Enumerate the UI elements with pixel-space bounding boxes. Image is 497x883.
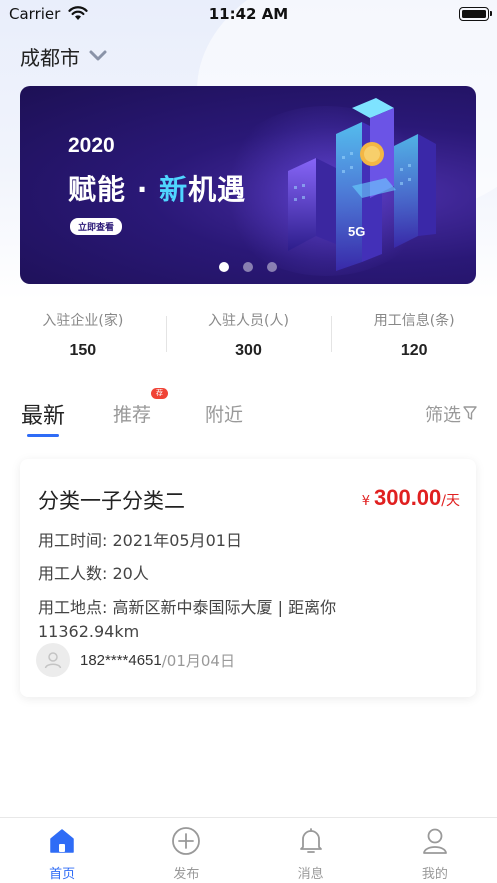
price-amount: 300.00	[373, 485, 442, 510]
feed-tabs: 最新 推荐 荐 附近 筛选	[0, 388, 497, 438]
home-icon	[48, 826, 76, 856]
tabbar-publish[interactable]: 发布	[124, 818, 248, 883]
5g-label: 5G	[348, 224, 365, 239]
bell-icon	[297, 826, 325, 856]
stats-row: 入驻企业(家) 150 入驻人员(人) 300 用工信息(条) 120	[0, 300, 497, 360]
banner-year: 2020	[68, 134, 115, 157]
stat-enterprises: 入驻企业(家) 150	[0, 300, 166, 360]
poster-phone: 182****4651	[80, 651, 162, 669]
stat-value: 300	[235, 342, 262, 359]
job-price: ¥ 300.00 /天	[362, 485, 460, 511]
stat-workers: 入驻人员(人) 300	[165, 300, 332, 360]
carousel-dot[interactable]	[243, 262, 253, 272]
tab-latest[interactable]: 最新	[21, 398, 65, 430]
job-location: 用工地点: 高新区新中泰国际大厦 | 距离你11362.94km	[38, 596, 368, 644]
tabbar-label: 我的	[421, 867, 448, 882]
stat-value: 120	[400, 342, 428, 359]
status-bar: Carrier 11:42 AM	[0, 0, 497, 30]
avatar	[36, 643, 70, 677]
plus-circle-icon	[171, 826, 201, 856]
job-time-value: 2021年05月01日	[112, 531, 242, 550]
chevron-down-icon	[88, 48, 108, 67]
clock: 11:42 AM	[208, 5, 289, 23]
filter-label: 筛选	[425, 405, 461, 426]
funnel-icon	[463, 405, 477, 425]
tabbar-home[interactable]: 首页	[0, 818, 124, 883]
job-time-label: 用工时间:	[38, 531, 108, 550]
carousel-indicator	[20, 262, 476, 272]
headline-part-1: 赋能 ·	[68, 173, 160, 206]
stat-value: 150	[69, 342, 97, 359]
city-name: 成都市	[20, 46, 80, 70]
stat-label: 入驻人员(人)	[208, 313, 289, 329]
tab-recommend[interactable]: 推荐	[113, 400, 151, 427]
job-card[interactable]: 分类一子分类二 ¥ 300.00 /天 用工时间: 2021年05月01日 用工…	[20, 459, 476, 697]
carousel-dot[interactable]	[219, 262, 229, 272]
city-selector[interactable]: 成都市	[20, 42, 108, 71]
stat-label: 入驻企业(家)	[42, 313, 124, 329]
currency-symbol: ¥	[361, 494, 370, 509]
carousel-dot[interactable]	[267, 262, 277, 272]
stat-label: 用工信息(条)	[373, 313, 455, 329]
poster-date: /01月04日	[161, 651, 235, 670]
tabbar-label: 发布	[173, 867, 200, 882]
tab-nearby[interactable]: 附近	[205, 400, 243, 427]
tabbar-label: 首页	[49, 867, 76, 882]
headline-part-3: 机遇	[188, 173, 247, 206]
stat-job-posts: 用工信息(条) 120	[331, 300, 497, 360]
filter-button[interactable]: 筛选	[425, 401, 477, 427]
job-location-label: 用工地点:	[38, 598, 108, 617]
battery-icon	[459, 7, 492, 21]
job-time: 用工时间: 2021年05月01日	[38, 529, 242, 553]
recommend-badge: 荐	[151, 388, 168, 399]
banner-headline: 赋能 · 新机遇	[68, 168, 246, 208]
user-silhouette-icon	[44, 652, 62, 669]
job-headcount-value: 20人	[112, 564, 149, 583]
active-tab-indicator	[27, 434, 59, 437]
job-headcount-label: 用工人数:	[38, 564, 108, 583]
banner-cta-button[interactable]: 立即查看	[70, 218, 123, 235]
city-buildings-illustration: 5G	[288, 98, 436, 271]
tabbar-profile[interactable]: 我的	[373, 818, 497, 883]
tabbar-label: 消息	[297, 867, 324, 882]
headline-accent: 新	[159, 173, 189, 206]
promo-banner[interactable]: 5G 2020 赋能 · 新机遇 立即查看	[20, 86, 476, 284]
job-headcount: 用工人数: 20人	[38, 562, 149, 586]
price-unit: /天	[441, 493, 460, 509]
user-icon	[421, 826, 449, 856]
tabbar-messages[interactable]: 消息	[249, 818, 373, 883]
job-title: 分类一子分类二	[38, 489, 185, 513]
bottom-tab-bar: 首页 发布 消息 我的	[0, 817, 497, 883]
job-poster: 182****4651 /01月04日	[36, 643, 235, 677]
